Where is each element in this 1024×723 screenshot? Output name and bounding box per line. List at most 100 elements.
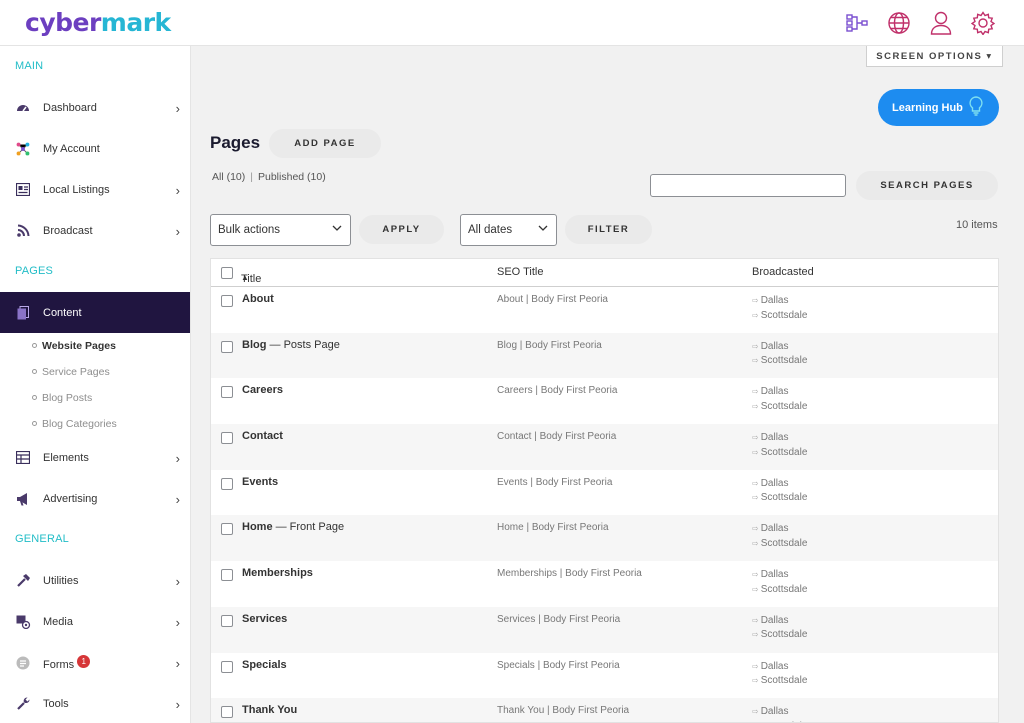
search-pages-button[interactable]: SEARCH PAGES <box>856 171 998 200</box>
sidebar-sub-website-pages[interactable]: Website Pages <box>0 333 190 359</box>
arrow-icon: ⇨ <box>752 707 759 717</box>
sidebar-item-media[interactable]: Media › <box>0 601 190 642</box>
sidebar-item-label: Utilities <box>43 574 79 587</box>
page-title-link[interactable]: Events <box>242 476 278 488</box>
row-checkbox[interactable] <box>221 569 233 582</box>
sidebar-item-elements[interactable]: Elements › <box>0 437 190 478</box>
page-title-link[interactable]: Blog — Posts Page <box>242 339 340 351</box>
broadcast-site: Scottsdale <box>760 309 808 321</box>
row-seo-title: Specials | Body First Peoria <box>497 659 620 671</box>
settings-icon[interactable] <box>970 10 996 36</box>
column-seo-title: SEO Title <box>497 266 544 278</box>
apply-button[interactable]: APPLY <box>359 215 444 244</box>
view-filters: All (10) | Published (10) <box>212 171 326 183</box>
broadcast-site: Scottsdale <box>760 629 808 641</box>
lightbulb-icon <box>969 96 983 119</box>
arrow-icon: ⇨ <box>752 341 759 351</box>
view-published-link[interactable]: Published (10) <box>258 171 326 183</box>
sidebar-item-dashboard[interactable]: Dashboard › <box>0 87 190 128</box>
arrow-icon: ⇨ <box>752 296 759 305</box>
view-all-link[interactable]: All (10) <box>212 171 245 183</box>
logo-part-2: mark <box>100 8 171 37</box>
page-title-link[interactable]: Home — Front Page <box>242 521 344 533</box>
select-all-checkbox[interactable] <box>221 267 233 279</box>
row-title-suffix: — Posts Page <box>266 338 340 351</box>
row-checkbox[interactable] <box>221 295 233 307</box>
row-checkbox[interactable] <box>221 432 233 445</box>
broadcast-site: Dallas <box>760 523 789 535</box>
sidebar-item-label: Forms 1 <box>43 654 91 671</box>
sub-label: Blog Posts <box>42 392 93 404</box>
page-title-link[interactable]: Services <box>242 613 287 625</box>
chevron-right-icon: › <box>175 697 180 712</box>
arrow-icon: ⇨ <box>752 524 759 534</box>
filter-button[interactable]: FILTER <box>565 215 652 244</box>
chevron-right-icon: › <box>175 492 180 507</box>
screen-options-button[interactable]: SCREEN OPTIONS ▾ <box>866 46 1003 67</box>
row-broadcasted: ⇨Dallas⇨Scottsdale <box>752 660 807 689</box>
sidebar-item-label: Advertising <box>43 492 98 505</box>
sidebar-item-my-account[interactable]: My Account <box>0 128 190 169</box>
page-title-link[interactable]: Memberships <box>242 567 313 579</box>
row-title: Careers <box>242 384 283 397</box>
row-seo-title: Events | Body First Peoria <box>497 476 613 488</box>
sidebar-item-advertising[interactable]: Advertising › <box>0 478 190 519</box>
arrow-icon: ⇨ <box>752 433 759 443</box>
row-broadcasted: ⇨Dallas⇨Scottsdale <box>752 294 807 323</box>
broadcast-site: Scottsdale <box>760 400 808 412</box>
dates-select[interactable]: All dates <box>460 214 557 246</box>
row-seo-title: Home | Body First Peoria <box>497 522 609 534</box>
bulk-actions-select[interactable]: Bulk actions <box>210 214 351 246</box>
row-checkbox[interactable] <box>221 340 233 353</box>
row-checkbox[interactable] <box>221 660 233 673</box>
user-icon[interactable] <box>928 10 954 36</box>
page-title-link[interactable]: Careers <box>242 384 283 396</box>
separator: | <box>250 171 253 183</box>
table-row: Contact Contact | Body First Peoria ⇨ Dalla… <box>211 424 998 470</box>
sidebar-sub-blog-categories[interactable]: Blog Categories <box>0 411 190 437</box>
sidebar-item-label: Local Listings <box>43 183 110 196</box>
chevron-right-icon: › <box>175 656 180 671</box>
page-title-link[interactable]: Thank You <box>242 704 297 716</box>
row-checkbox[interactable] <box>221 706 233 719</box>
row-checkbox[interactable] <box>221 523 233 536</box>
sidebar-item-content[interactable]: Content <box>0 292 190 333</box>
sidebar-item-local-listings[interactable]: Local Listings › <box>0 169 190 210</box>
broadcast-site: Scottsdale <box>760 355 808 367</box>
column-broadcasted: Broadcasted <box>752 266 814 278</box>
chevron-right-icon: › <box>175 183 180 198</box>
notification-badge: 1 <box>77 654 91 668</box>
row-title-suffix: — Front Page <box>272 521 345 534</box>
cybermark-logo[interactable]: cybermark <box>25 8 171 37</box>
broadcast-site: Scottsdale <box>760 675 808 686</box>
listings-icon <box>15 182 31 198</box>
globe-icon[interactable] <box>886 10 912 36</box>
learning-hub-button[interactable]: Learning Hub <box>878 89 999 126</box>
row-checkbox[interactable] <box>221 614 233 627</box>
table-row: Events Events | Body First Peoria ⇨ Dallas ⇨… <box>211 470 998 516</box>
sidebar-item-tools[interactable]: Tools › <box>0 683 190 723</box>
search-input[interactable] <box>650 174 846 197</box>
row-checkbox[interactable] <box>221 386 233 399</box>
network-icon <box>15 141 31 157</box>
row-checkbox[interactable] <box>221 477 233 490</box>
header-icons <box>844 10 996 36</box>
bullet-icon <box>32 369 37 374</box>
dates-value: All dates <box>468 224 513 236</box>
chevron-down-icon <box>332 215 342 245</box>
sidebar-sub-blog-posts[interactable]: Blog Posts <box>0 385 190 411</box>
bullet-icon <box>32 421 37 426</box>
page-title-link[interactable]: Specials <box>242 659 287 671</box>
sidebar-item-broadcast[interactable]: Broadcast › <box>0 210 190 251</box>
sidebar-item-forms[interactable]: Forms 1 › <box>0 642 190 683</box>
sitemap-icon[interactable] <box>844 10 870 36</box>
arrow-icon: ⇨ <box>752 493 759 503</box>
page-title-link[interactable]: About <box>242 293 274 305</box>
row-title: Home <box>242 521 273 534</box>
page-title-link[interactable]: Contact <box>242 430 283 442</box>
sidebar-item-label: Content <box>43 306 82 319</box>
sidebar-item-utilities[interactable]: Utilities › <box>0 560 190 601</box>
table-row: Specials Specials | Body First Peoria ⇨ Dal… <box>211 653 998 699</box>
sidebar-sub-service-pages[interactable]: Service Pages <box>0 359 190 385</box>
add-page-button[interactable]: ADD PAGE <box>269 129 381 158</box>
